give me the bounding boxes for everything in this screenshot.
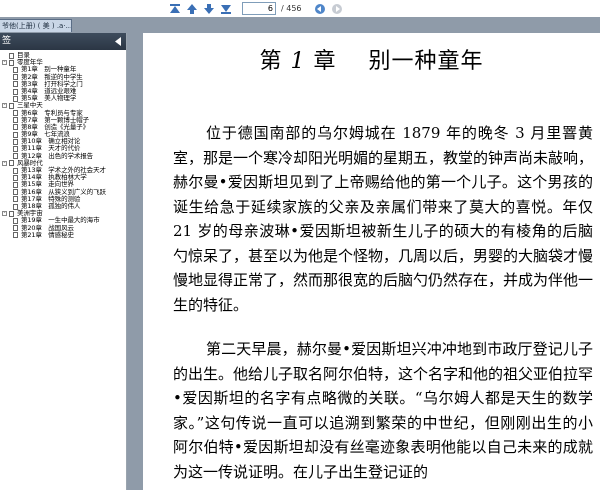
bookmark-page-icon	[13, 74, 18, 81]
bookmark-panel: 签 目录 - 零度年华 第1章 别一种童年 第2章 叛逆的中学生 第3章 打开科学之门 第4…	[0, 33, 127, 490]
expander-icon[interactable]	[2, 53, 7, 58]
bookmark-page-icon	[13, 167, 18, 174]
paragraph: 第二天早晨，赫尔曼•爱因斯坦兴冲冲地到市政厅登记儿子的出生。他给儿子取名阿尔伯特…	[173, 340, 594, 481]
page-navigation-group: / 456	[168, 1, 344, 16]
bookmark-panel-title: 签	[2, 36, 12, 46]
first-page-button[interactable]	[168, 2, 182, 16]
expander-icon[interactable]: -	[2, 60, 7, 66]
bookmark-page-icon	[13, 232, 18, 239]
bookmark-page-icon	[13, 174, 18, 181]
bookmark-page-icon	[13, 189, 18, 196]
chapter-title-text: 别一种童年	[368, 49, 484, 74]
previous-page-button[interactable]	[185, 2, 199, 16]
bookmark-chapter[interactable]: 第21章 情感秘史	[0, 230, 126, 239]
bookmark-page-icon	[13, 131, 18, 138]
chapter-heading: 第 1 章 别一种童年	[143, 43, 600, 75]
bookmark-page-icon	[13, 225, 18, 232]
navigation-toolbar: / 456	[0, 0, 600, 17]
bookmark-tree: 目录 - 零度年华 第1章 别一种童年 第2章 叛逆的中学生 第3章 打开科学之门 第4章 …	[0, 50, 126, 239]
back-circle-icon	[314, 3, 325, 14]
chapter-number: 1	[290, 49, 306, 74]
next-page-button[interactable]	[202, 2, 216, 16]
expander-icon[interactable]: -	[2, 103, 7, 109]
expander-icon[interactable]: -	[2, 160, 7, 166]
chapter-suffix: 章	[313, 49, 337, 74]
bookmark-page-icon	[13, 138, 18, 145]
last-page-button[interactable]	[219, 2, 233, 16]
bookmark-page-icon	[13, 110, 18, 117]
go-back-button[interactable]	[313, 2, 327, 16]
page-number-input[interactable]	[242, 2, 276, 15]
bookmark-page-icon	[13, 81, 18, 88]
bookmark-page-icon	[13, 88, 18, 95]
first-page-icon	[170, 3, 180, 13]
collapse-panel-icon[interactable]	[114, 37, 122, 46]
bookmark-page-icon	[13, 181, 18, 188]
paragraph: 位于德国南部的乌尔姆城在 1879 年的晚冬 3 月里罯黄室，那是一个寒冷却阳光…	[173, 124, 594, 314]
bookmark-page-icon	[13, 196, 18, 203]
bookmark-page-icon	[9, 160, 14, 167]
bookmark-page-icon	[13, 146, 18, 153]
arrow-up-icon	[187, 3, 197, 14]
last-page-icon	[221, 4, 231, 14]
bookmark-page-icon	[9, 59, 14, 66]
document-tab-strip: 爷他(上册) ( 美 ) .a·...	[0, 17, 600, 33]
bookmark-page-icon	[9, 102, 14, 109]
document-page: 第 1 章 别一种童年 位于德国南部的乌尔姆城在 1879 年的晚冬 3 月里罯…	[143, 33, 600, 490]
reading-pane-background	[127, 33, 143, 490]
bookmark-page-icon	[13, 117, 18, 124]
bookmark-page-icon	[9, 52, 14, 59]
chapter-prefix: 第	[259, 49, 283, 74]
bookmark-label: 第21章 情感秘史	[21, 230, 74, 239]
go-forward-button[interactable]	[330, 2, 344, 16]
bookmark-page-icon	[13, 217, 18, 224]
bookmark-panel-header: 签	[0, 33, 126, 50]
bookmark-page-icon	[13, 66, 18, 73]
bookmark-page-icon	[13, 124, 18, 131]
arrow-down-icon	[204, 3, 214, 14]
document-tab[interactable]: 爷他(上册) ( 美 ) .a·...	[0, 19, 72, 32]
forward-circle-icon	[331, 3, 342, 14]
bookmark-page-icon	[9, 210, 14, 217]
expander-icon[interactable]: -	[2, 211, 7, 217]
page-total-label: / 456	[281, 4, 302, 13]
